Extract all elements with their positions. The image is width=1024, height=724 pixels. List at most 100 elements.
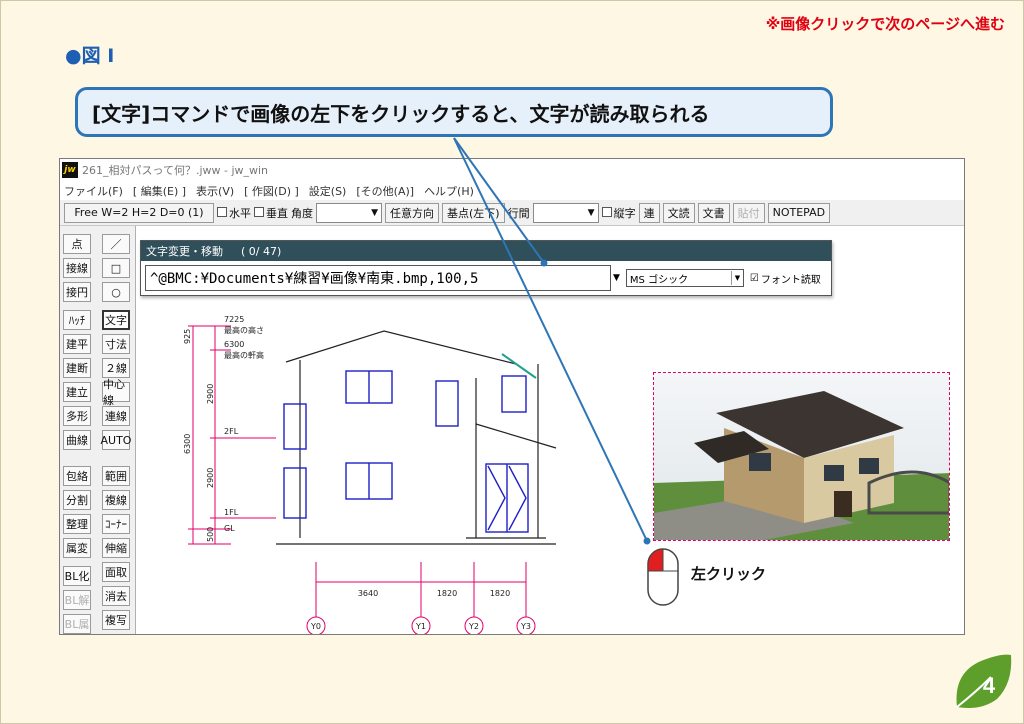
page-number-badge: 4 — [956, 654, 1012, 708]
grid-label: Y2 — [468, 622, 479, 631]
tool-section[interactable]: 建断 — [63, 358, 91, 378]
callout-text: [文字]コマンドで画像の左下をクリックすると、文字が読み取られる — [92, 101, 710, 126]
checkmark-icon: ☑ — [749, 272, 759, 284]
tool-chamfer[interactable]: 面取 — [102, 562, 130, 582]
horizontal-checkbox[interactable]: 水平 — [217, 205, 251, 221]
read-text-button[interactable]: 文読 — [662, 202, 695, 223]
menu-edit[interactable]: [ 編集(E) ] — [133, 183, 186, 199]
tool-continuous-line[interactable]: 連線 — [102, 406, 130, 426]
write-text-button[interactable]: 文書 — [697, 202, 730, 223]
photo-window — [824, 465, 844, 481]
horizontal-label: 水平 — [229, 206, 251, 220]
tool-polygon[interactable]: 多形 — [63, 406, 91, 426]
tool-envelope[interactable]: 包絡 — [63, 466, 91, 486]
font-read-label: フォント読取 — [760, 274, 821, 286]
tool-line[interactable]: ／ — [102, 234, 130, 254]
text-mode-button[interactable]: Free W=2 H=2 D=0 (1) — [64, 202, 214, 223]
tool-dimension[interactable]: 寸法 — [102, 334, 130, 354]
dropdown-arrow-icon[interactable]: ▼ — [613, 273, 620, 283]
dropdown-arrow-icon: ▼ — [587, 207, 595, 218]
checkbox-icon — [254, 206, 264, 217]
tool-attribute-change[interactable]: 属変 — [63, 538, 91, 558]
free-direction-button[interactable]: 任意方向 — [385, 202, 439, 223]
vertical-text-checkbox[interactable]: 縦字 — [601, 205, 636, 221]
tool-centerline[interactable]: 中心線 — [102, 378, 130, 407]
tool-auto[interactable]: AUTO — [101, 430, 131, 450]
tool-rectangle[interactable]: □ — [102, 258, 130, 278]
dim-value: 500 — [206, 527, 215, 542]
dialog-title: 文字変更・移動 — [146, 245, 223, 258]
level-label: 最高の軒高 — [224, 350, 264, 360]
text-content-value: ^@BMC:¥Documents¥練習¥画像¥南東.bmp,100,5 — [150, 271, 479, 287]
dropdown-arrow-icon: ▼ — [371, 207, 378, 218]
paste-button[interactable]: 貼付 — [732, 202, 765, 223]
instruction-callout: [文字]コマンドで画像の左下をクリックすると、文字が読み取られる — [75, 87, 833, 137]
tool-elevation[interactable]: 建立 — [63, 382, 91, 402]
notepad-button[interactable]: NOTEPAD — [767, 202, 831, 223]
tool-block-attribute[interactable]: BL属 — [63, 614, 91, 634]
slide-page[interactable]: ※画像クリックで次のページへ進む ●図 I [文字]コマンドで画像の左下をクリッ… — [0, 0, 1024, 724]
continuous-button[interactable]: 連 — [638, 202, 660, 223]
house-photo-image[interactable] — [653, 372, 950, 541]
dialog-titlebar: 文字変更・移動 ( 0/ 47) — [141, 241, 831, 261]
tool-organize[interactable]: 整理 — [63, 514, 91, 534]
grid-label: Y3 — [520, 622, 531, 631]
window — [501, 375, 527, 413]
tool-curve[interactable]: 曲線 — [63, 430, 91, 450]
font-read-checkbox[interactable]: ☑ フォント読取 — [750, 271, 821, 286]
tool-double-line[interactable]: ２線 — [102, 358, 130, 378]
base-point-button[interactable]: 基点(左下) — [442, 202, 505, 223]
tool-circle[interactable]: ○ — [102, 282, 130, 302]
dialog-count: ( 0/ 47) — [241, 244, 282, 258]
text-edit-dialog: 文字変更・移動 ( 0/ 47) ^@BMC:¥Documents¥練習¥画像¥… — [140, 240, 832, 296]
tool-tangent-circle[interactable]: 接円 — [63, 282, 91, 302]
jw-app-icon: jw — [62, 162, 78, 178]
dim-value: 1820 — [437, 589, 457, 598]
menu-file[interactable]: ファイル(F) — [64, 183, 123, 199]
tool-corner[interactable]: ｺｰﾅｰ — [102, 514, 130, 534]
dialog-body: ^@BMC:¥Documents¥練習¥画像¥南東.bmp,100,5 ▼ MS… — [141, 261, 831, 295]
roof-edge — [501, 353, 537, 379]
line-spacing-combo[interactable]: ▼ — [532, 202, 599, 223]
tool-divide[interactable]: 分割 — [63, 490, 91, 510]
house-render-illustration — [654, 373, 949, 540]
vertical-checkbox[interactable]: 垂直 — [254, 205, 288, 221]
checkbox-icon — [217, 206, 227, 217]
menu-help[interactable]: ヘルプ(H) — [424, 183, 474, 199]
tool-offset[interactable]: 複線 — [102, 490, 130, 510]
menu-settings[interactable]: 設定(S) — [309, 183, 347, 199]
angle-combo[interactable]: ▼ — [316, 202, 382, 223]
tool-erase[interactable]: 消去 — [102, 586, 130, 606]
tool-plan[interactable]: 建平 — [63, 334, 91, 354]
checkbox-icon — [601, 206, 612, 217]
window — [283, 467, 307, 519]
tool-tangent-line[interactable]: 接線 — [63, 258, 91, 278]
window-title: 261_相対パスって何？.jww - jw_win — [82, 164, 269, 177]
next-page-notice: ※画像クリックで次のページへ進む — [765, 15, 1005, 33]
font-select[interactable]: MS ゴシック ▼ — [625, 269, 744, 287]
left-click-label: 左クリック — [691, 565, 767, 583]
mouse-icon — [647, 548, 679, 606]
angle-label: 角度 — [291, 206, 313, 220]
window-titlebar: jw 261_相対パスって何？.jww - jw_win — [60, 159, 964, 181]
tool-text[interactable]: 文字 — [102, 310, 130, 330]
tool-point[interactable]: 点 — [63, 234, 91, 254]
line-spacing-label: 行間 — [507, 206, 530, 220]
vertical-label: 垂直 — [266, 206, 288, 220]
tool-block-release[interactable]: BL解 — [63, 590, 91, 610]
menu-other[interactable]: [その他(A)] — [356, 183, 414, 199]
menu-view[interactable]: 表示(V) — [196, 183, 234, 199]
photo-window — [859, 458, 879, 474]
tool-block-create[interactable]: BL化 — [63, 566, 91, 586]
tool-hatch[interactable]: ﾊｯﾁ — [63, 310, 91, 330]
figure-title: ●図 I — [65, 45, 115, 67]
text-content-input[interactable]: ^@BMC:¥Documents¥練習¥画像¥南東.bmp,100,5 — [145, 265, 611, 291]
tool-copy[interactable]: 複写 — [102, 610, 130, 630]
tool-range[interactable]: 範囲 — [102, 466, 130, 486]
menu-draw[interactable]: [ 作図(D) ] — [244, 183, 299, 199]
page-number: 4 — [983, 673, 996, 698]
tool-stretch[interactable]: 伸縮 — [102, 538, 130, 558]
dim-value: 6300 — [183, 434, 192, 454]
window — [435, 380, 459, 427]
text-toolbar: Free W=2 H=2 D=0 (1) 水平 垂直 角度 ▼ 任意方向 基点(… — [60, 200, 964, 226]
